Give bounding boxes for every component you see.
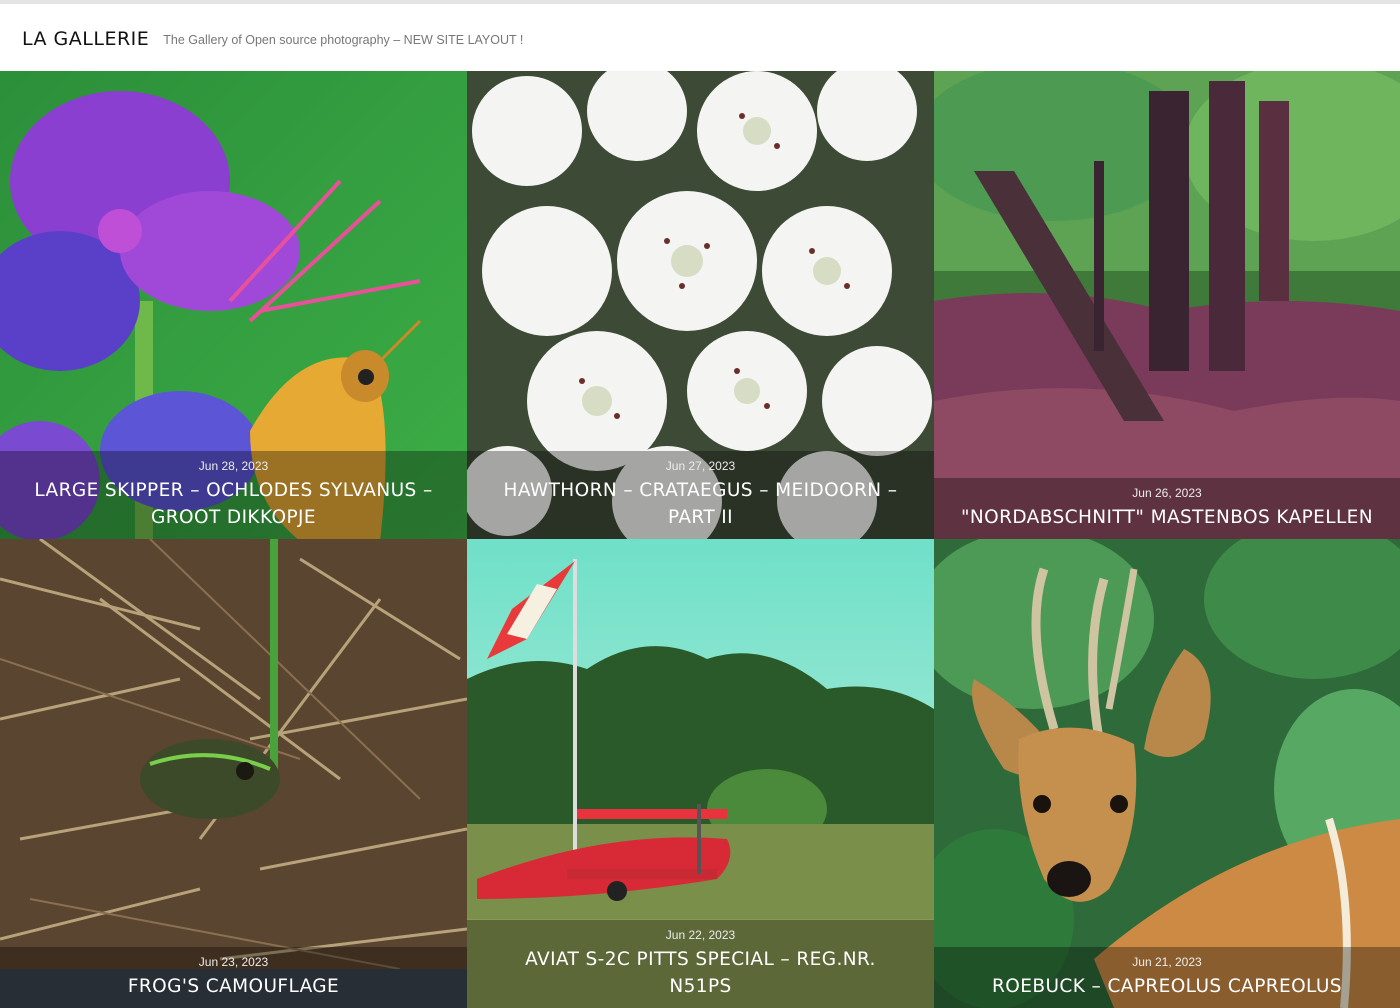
site-tagline: The Gallery of Open source photography –… <box>163 32 524 47</box>
post-title[interactable]: "NORDABSCHNITT" MASTENBOS KAPELLEN <box>958 504 1376 531</box>
post-caption: Jun 23, 2023 FROG'S CAMOUFLAGE <box>0 947 467 1008</box>
post-date: Jun 28, 2023 <box>198 459 269 473</box>
post-thumbnail[interactable] <box>934 71 1400 539</box>
gallery-tile[interactable]: Jun 21, 2023 ROEBUCK – CAPREOLUS CAPREOL… <box>934 539 1400 1008</box>
site-header: LA GALLERIE The Gallery of Open source p… <box>0 6 1400 71</box>
post-caption: Jun 28, 2023 LARGE SKIPPER – OCHLODES SY… <box>0 451 467 539</box>
gallery-tile[interactable]: Jun 28, 2023 LARGE SKIPPER – OCHLODES SY… <box>0 71 467 539</box>
post-date: Jun 21, 2023 <box>1132 955 1202 969</box>
post-title[interactable]: AVIAT S-2C PITTS SPECIAL – REG.NR. N51PS <box>491 946 910 1000</box>
post-date: Jun 27, 2023 <box>665 459 736 473</box>
post-date: Jun 26, 2023 <box>1132 486 1202 500</box>
post-caption: Jun 22, 2023 AVIAT S-2C PITTS SPECIAL – … <box>467 920 934 1008</box>
post-caption: Jun 21, 2023 ROEBUCK – CAPREOLUS CAPREOL… <box>934 947 1400 1008</box>
post-thumbnail[interactable] <box>934 539 1400 1008</box>
post-title[interactable]: LARGE SKIPPER – OCHLODES SYLVANUS – GROO… <box>24 477 443 531</box>
post-date: Jun 23, 2023 <box>198 955 269 969</box>
post-title[interactable]: FROG'S CAMOUFLAGE <box>24 973 443 1000</box>
post-title[interactable]: HAWTHORN – CRATAEGUS – MEIDOORN – PART I… <box>491 477 910 531</box>
post-caption: Jun 27, 2023 HAWTHORN – CRATAEGUS – MEID… <box>467 451 934 539</box>
post-title[interactable]: ROEBUCK – CAPREOLUS CAPREOLUS <box>958 973 1376 1000</box>
gallery-tile[interactable]: Jun 26, 2023 "NORDABSCHNITT" MASTENBOS K… <box>934 71 1400 539</box>
post-thumbnail[interactable] <box>0 539 467 1008</box>
post-caption: Jun 26, 2023 "NORDABSCHNITT" MASTENBOS K… <box>934 478 1400 539</box>
gallery-tile[interactable]: Jun 27, 2023 HAWTHORN – CRATAEGUS – MEID… <box>467 71 934 539</box>
gallery-tile[interactable]: Jun 22, 2023 AVIAT S-2C PITTS SPECIAL – … <box>467 539 934 1008</box>
post-date: Jun 22, 2023 <box>665 928 736 942</box>
gallery-tile[interactable]: Jun 23, 2023 FROG'S CAMOUFLAGE <box>0 539 467 1008</box>
gallery-grid: Jun 28, 2023 LARGE SKIPPER – OCHLODES SY… <box>0 71 1400 1008</box>
site-title[interactable]: LA GALLERIE <box>22 28 149 50</box>
